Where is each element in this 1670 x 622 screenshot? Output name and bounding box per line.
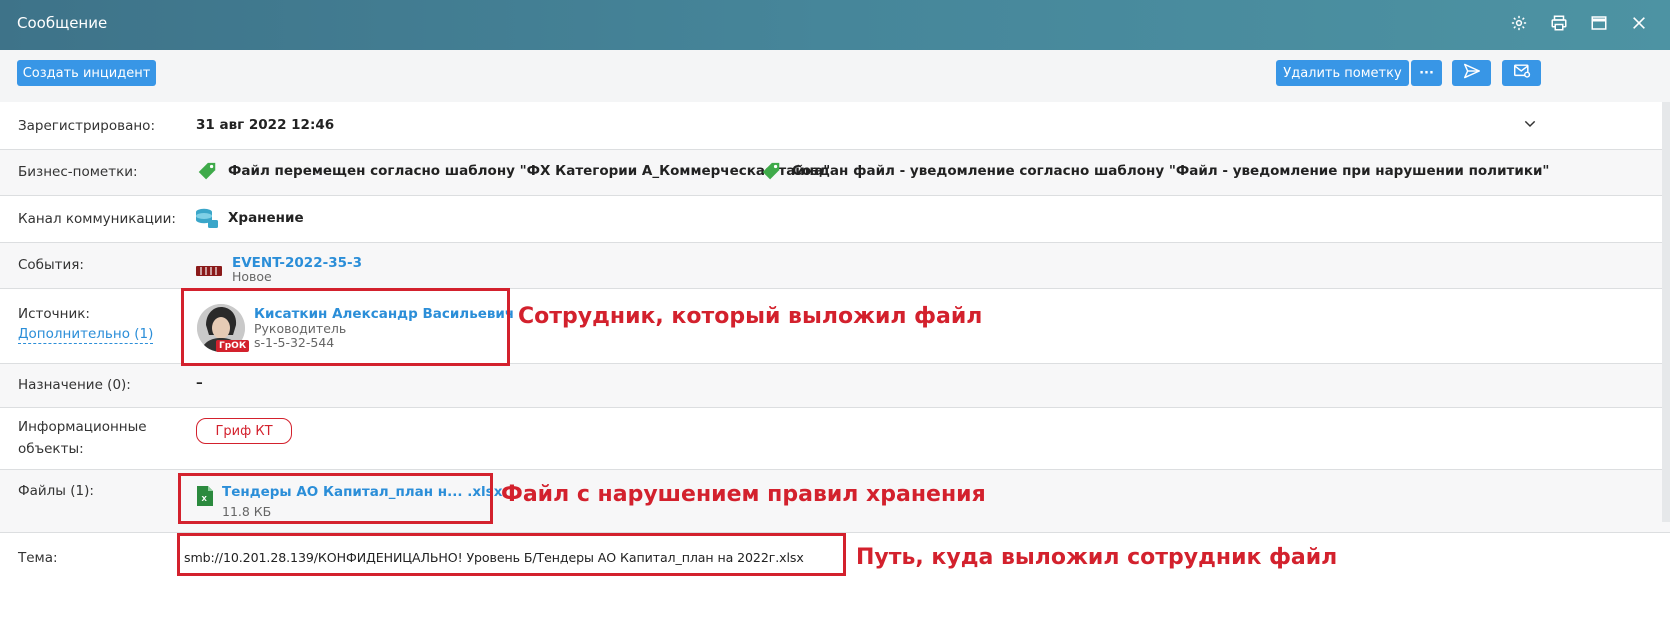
files-label: Файлы (1):: [18, 483, 94, 499]
toolbar: Создать инцидент Удалить пометку ···: [0, 50, 1670, 103]
send-icon: [1463, 63, 1481, 83]
business-mark-1: Файл перемещен согласно шаблону "ФХ Кате…: [228, 163, 831, 179]
severity-bars-icon: [196, 261, 222, 280]
title-bar: Сообщение: [0, 0, 1670, 50]
scrollbar[interactable]: [1662, 102, 1670, 522]
row-destination: Назначение (0): –: [0, 364, 1670, 408]
storage-icon: [195, 207, 219, 233]
subject-label: Тема:: [18, 550, 58, 566]
mail-settings-icon: [1513, 63, 1531, 83]
print-icon[interactable]: [1548, 12, 1570, 34]
maximize-icon[interactable]: [1588, 12, 1610, 34]
destination-value: –: [196, 375, 203, 391]
annotation-source: Сотрудник, который выложил файл: [518, 304, 983, 329]
remove-mark-button[interactable]: Удалить пометку: [1276, 60, 1409, 86]
chevron-down-icon[interactable]: [1522, 116, 1538, 136]
gear-icon[interactable]: [1508, 12, 1530, 34]
row-events: События: EVENT-2022-35-3 Новое: [0, 243, 1670, 289]
create-incident-button[interactable]: Создать инцидент: [17, 60, 156, 86]
more-button[interactable]: ···: [1411, 60, 1442, 86]
row-channel: Канал коммуникации: Хранение: [0, 196, 1670, 243]
source-label: Источник:: [18, 306, 90, 322]
row-info-objects: Информационные объекты: Гриф КТ: [0, 408, 1670, 470]
tag-icon: [196, 161, 218, 187]
source-more-link[interactable]: Дополнительно (1): [18, 325, 154, 344]
channel-value: Хранение: [228, 210, 304, 226]
business-mark-2: Создан файл - уведомление согласно шабло…: [792, 163, 1550, 179]
classification-tag[interactable]: Гриф КТ: [196, 418, 292, 444]
annotation-box-files: [178, 473, 493, 524]
business-marks-label: Бизнес-пометки:: [18, 164, 138, 180]
mail-settings-button[interactable]: [1502, 60, 1541, 86]
destination-label: Назначение (0):: [18, 377, 131, 393]
annotation-box-source: [181, 288, 510, 366]
annotation-box-subject: [177, 533, 846, 576]
title-bar-icons: [1508, 12, 1650, 34]
annotation-subject: Путь, куда выложил сотрудник файл: [856, 545, 1338, 570]
row-business-marks: Бизнес-пометки: Файл перемещен согласно …: [0, 150, 1670, 196]
annotation-files: Файл с нарушением правил хранения: [501, 482, 986, 507]
tag-icon: [760, 161, 782, 187]
message-window: Сообщение Создать инцидент Удалить помет…: [0, 0, 1670, 622]
close-icon[interactable]: [1628, 12, 1650, 34]
events-label: События:: [18, 257, 84, 273]
event-status: Новое: [232, 269, 272, 284]
window-title: Сообщение: [17, 14, 108, 32]
row-registered: Зарегистрировано: 31 авг 2022 12:46: [0, 102, 1670, 150]
channel-label: Канал коммуникации:: [18, 211, 176, 227]
registered-value: 31 авг 2022 12:46: [196, 117, 335, 133]
info-objects-label: Информационные объекты:: [18, 419, 147, 457]
registered-label: Зарегистрировано:: [18, 118, 155, 134]
send-button[interactable]: [1452, 60, 1491, 86]
